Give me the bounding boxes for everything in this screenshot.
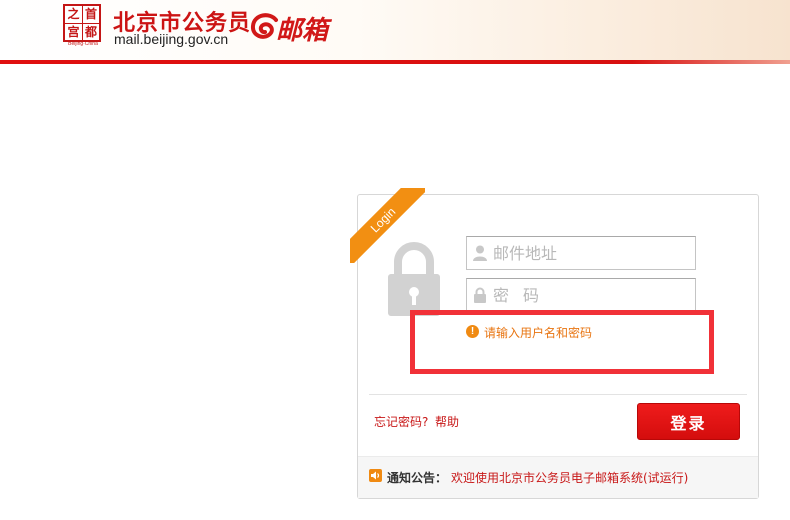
seal-char: 之 <box>67 7 80 21</box>
padlock-icon <box>474 287 486 303</box>
forgot-password-link[interactable]: 忘记密码? <box>374 413 428 430</box>
user-icon <box>473 245 487 261</box>
password-input[interactable] <box>493 283 689 307</box>
seal-char: 首 <box>82 6 99 23</box>
panel-divider <box>369 394 747 395</box>
seal-char: 宫 <box>65 23 82 40</box>
error-message: 请输入用户名和密码 <box>484 326 593 340</box>
notice-link[interactable]: 欢迎使用北京市公务员电子邮箱系统(试运行) <box>451 469 688 486</box>
seal-char: 都 <box>82 23 99 40</box>
lock-icon <box>388 242 440 316</box>
header-divider <box>0 60 790 64</box>
seal-caption: Beijing·China <box>68 41 98 47</box>
password-field[interactable] <box>466 278 696 312</box>
site-domain: mail.beijing.gov.cn <box>114 31 229 47</box>
help-link[interactable]: 帮助 <box>435 413 459 430</box>
login-button[interactable]: 登录 <box>637 403 740 440</box>
speaker-icon <box>369 469 382 482</box>
username-field[interactable] <box>466 236 696 270</box>
notice-label: 通知公告： <box>387 471 448 485</box>
mail-logo-text: 邮箱 <box>276 16 329 46</box>
error-highlight-box <box>410 310 714 374</box>
warning-icon: ! <box>466 325 479 338</box>
site-header: 之 首 宫 都 Beijing·China 北京市公务员 mail.beijin… <box>0 0 790 61</box>
username-input[interactable] <box>493 241 689 265</box>
site-seal-logo: 之 首 宫 都 <box>63 4 101 42</box>
